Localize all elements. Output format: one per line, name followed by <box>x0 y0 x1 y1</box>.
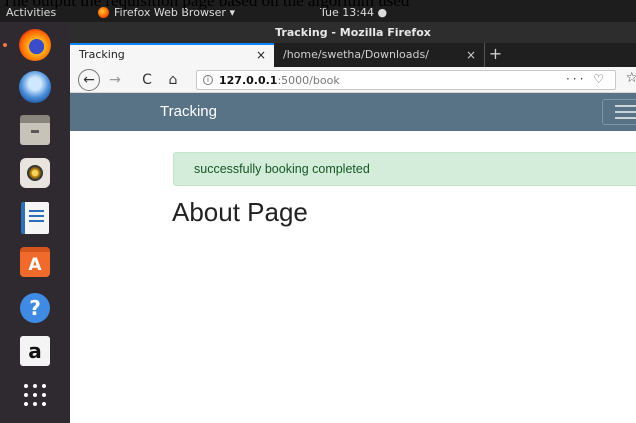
success-alert: successfully booking completed <box>173 152 636 186</box>
window-title: Tracking - Mozilla Firefox <box>70 22 636 43</box>
tab-label: /home/swetha/Downloads/ <box>283 48 429 61</box>
site-navbar: Tracking <box>70 93 636 131</box>
caption-text: The output the requisition page based on… <box>0 0 636 9</box>
navigation-toolbar: ← → C ⌂ i 127.0.0.1 :5000/book ··· ♡ ☆ <box>70 67 636 93</box>
firefox-window: Tracking - Mozilla Firefox Tracking × /h… <box>70 22 636 423</box>
close-icon[interactable]: × <box>256 45 266 65</box>
dock-item-rhythmbox[interactable] <box>9 153 61 193</box>
firefox-icon <box>19 29 51 61</box>
dock-item-writer[interactable] <box>9 198 61 238</box>
url-host: 127.0.0.1 <box>219 73 278 87</box>
navbar-toggler-button[interactable] <box>602 99 636 125</box>
url-path: :5000/book <box>277 73 340 87</box>
new-tab-button[interactable]: + <box>484 43 506 67</box>
dock-item-software[interactable]: A <box>9 242 61 282</box>
bookmark-star-icon[interactable]: ☆ <box>625 70 636 86</box>
web-page: Tracking successfully booking completed … <box>70 93 636 423</box>
amazon-icon: a <box>20 336 50 366</box>
back-button[interactable]: ← <box>78 69 100 91</box>
home-button[interactable]: ⌂ <box>166 70 180 90</box>
launcher-dock: A ? a <box>0 22 70 423</box>
tab-downloads[interactable]: /home/swetha/Downloads/ × <box>274 43 482 67</box>
rhythmbox-icon <box>20 158 50 188</box>
close-icon[interactable]: × <box>466 43 476 67</box>
show-applications-button[interactable] <box>9 375 61 415</box>
page-actions-icon[interactable]: ··· ♡ <box>566 72 607 86</box>
running-indicator <box>3 43 7 47</box>
dock-item-thunderbird[interactable] <box>9 67 61 107</box>
libreoffice-writer-icon <box>21 202 49 234</box>
forward-button[interactable]: → <box>108 70 122 90</box>
dock-item-files[interactable] <box>9 110 61 150</box>
files-icon <box>20 115 50 145</box>
dock-item-help[interactable]: ? <box>9 288 61 328</box>
navbar-brand[interactable]: Tracking <box>160 103 217 120</box>
tab-tracking[interactable]: Tracking × <box>70 43 274 67</box>
hamburger-icon <box>615 105 636 107</box>
tab-label: Tracking <box>79 48 125 61</box>
thunderbird-icon <box>19 71 51 103</box>
software-center-icon: A <box>20 247 50 277</box>
reload-button[interactable]: C <box>140 70 154 90</box>
url-bar[interactable]: i 127.0.0.1 :5000/book ··· ♡ <box>196 70 616 90</box>
show-apps-icon <box>22 382 48 408</box>
info-icon[interactable]: i <box>203 75 213 85</box>
tab-strip: Tracking × /home/swetha/Downloads/ × + <box>70 43 636 67</box>
dock-item-amazon[interactable]: a <box>9 331 61 371</box>
help-icon: ? <box>20 293 50 323</box>
page-heading: About Page <box>172 197 308 227</box>
dock-item-firefox[interactable] <box>3 25 61 65</box>
